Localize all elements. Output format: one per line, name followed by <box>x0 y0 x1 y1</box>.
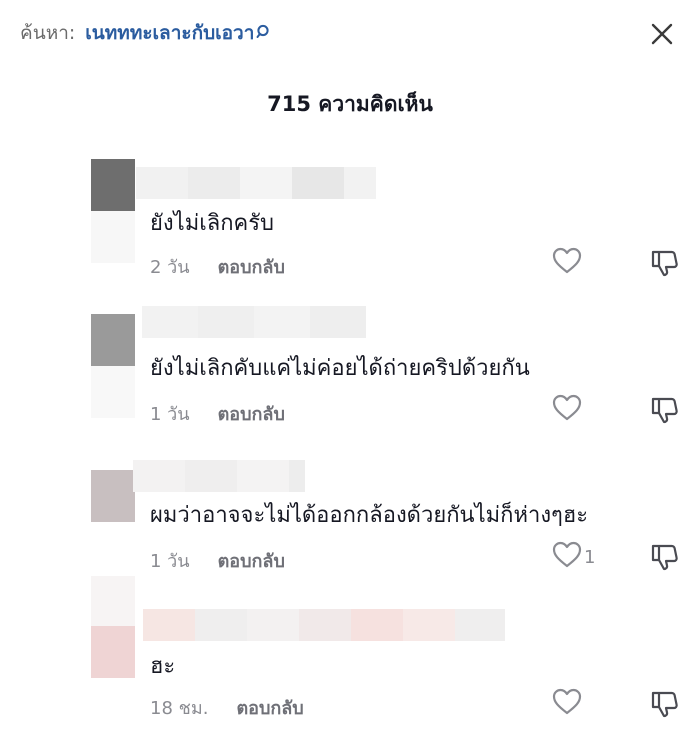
thumbs-down-icon[interactable] <box>650 542 680 576</box>
avatar[interactable] <box>91 470 135 522</box>
search-query-link[interactable]: เนทททะเลาะกับเอวา <box>85 18 254 48</box>
thumbs-down-icon[interactable] <box>650 248 680 282</box>
comment-count-title: 715 ความคิดเห็น <box>267 92 433 116</box>
reply-button[interactable]: ตอบกลับ <box>218 399 285 428</box>
like-button[interactable] <box>552 394 584 426</box>
reply-button[interactable]: ตอบกลับ <box>236 693 303 722</box>
heart-outline-icon <box>552 541 582 573</box>
like-button[interactable] <box>552 247 584 279</box>
comment-text: ฮะ <box>150 654 176 679</box>
search-header: ค้นหา: เนทททะเลาะกับเอวา <box>20 18 272 48</box>
username-blurred[interactable] <box>142 306 366 338</box>
close-icon[interactable] <box>648 20 676 48</box>
comment-meta: 2 วัน ตอบกลับ <box>150 252 285 281</box>
heart-outline-icon <box>552 247 582 279</box>
heart-outline-icon <box>552 688 582 720</box>
username-blurred[interactable] <box>136 167 376 199</box>
comment-text: ยังไม่เลิกครับ <box>150 211 275 236</box>
avatar[interactable] <box>91 576 135 678</box>
search-icon[interactable] <box>256 24 272 42</box>
heart-outline-icon <box>552 394 582 426</box>
comment-time: 1 วัน <box>150 404 190 425</box>
username-blurred[interactable] <box>133 460 305 492</box>
like-button[interactable] <box>552 688 584 720</box>
comment-meta: 18 ชม. ตอบกลับ <box>150 693 304 722</box>
avatar[interactable] <box>91 314 135 418</box>
search-prefix-label: ค้นหา: <box>20 22 76 44</box>
like-button[interactable]: 1 <box>552 541 595 573</box>
comment-meta: 1 วัน ตอบกลับ <box>150 546 285 575</box>
comment-meta: 1 วัน ตอบกลับ <box>150 399 285 428</box>
comment-time: 1 วัน <box>150 551 190 572</box>
like-count: 1 <box>584 546 596 568</box>
comments-panel: ค้นหา: เนทททะเลาะกับเอวา 715 ความคิดเห็น <box>0 0 700 754</box>
comment-time: 2 วัน <box>150 257 190 278</box>
username-blurred[interactable] <box>143 609 505 641</box>
thumbs-down-icon[interactable] <box>650 689 680 723</box>
comment-text: ยังไม่เลิกคับแค่ไม่ค่อยได้ถ่ายคริปด้วยกั… <box>150 356 530 381</box>
avatar[interactable] <box>91 159 135 263</box>
reply-button[interactable]: ตอบกลับ <box>218 546 285 575</box>
reply-button[interactable]: ตอบกลับ <box>218 252 285 281</box>
comment-time: 18 ชม. <box>150 698 209 719</box>
comment-text: ผมว่าอาจจะไม่ได้ออกกล้องด้วยกันไม่ก็ห่าง… <box>150 503 589 528</box>
thumbs-down-icon[interactable] <box>650 395 680 429</box>
